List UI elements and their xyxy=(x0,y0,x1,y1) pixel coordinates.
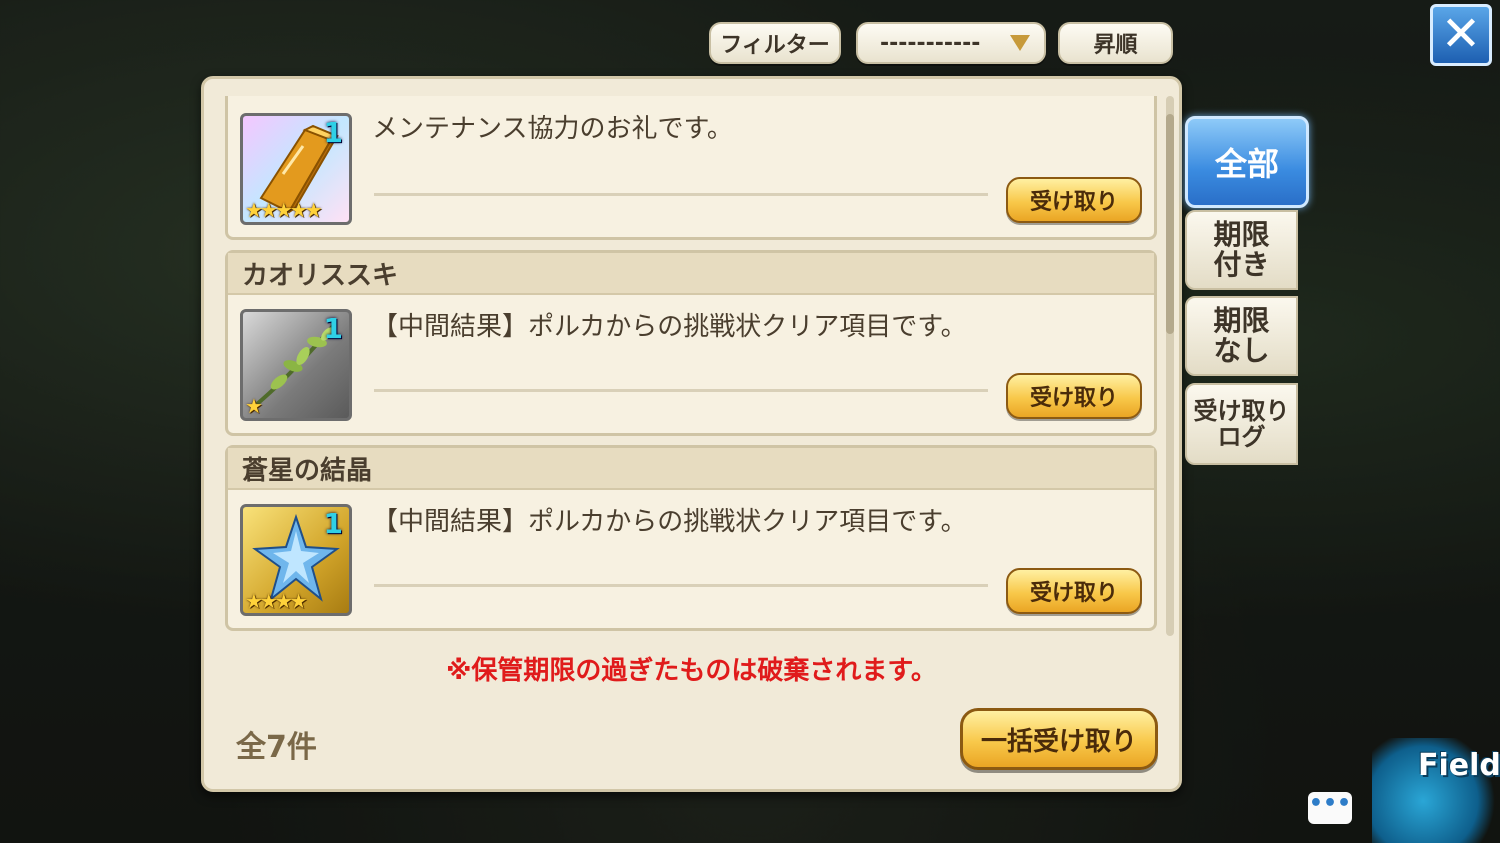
gold-bar-icon: 1 ★★★★★ xyxy=(240,113,352,225)
filter-button[interactable]: フィルター xyxy=(709,22,841,64)
tab-no-expiry[interactable]: 期限なし xyxy=(1185,296,1298,376)
sort-select-value: ----------- xyxy=(880,30,981,56)
mail-list[interactable]: 1 ★★★★★ メンテナンス協力のお礼です。 受け取り カオリススキ 1 ★ 【… xyxy=(222,96,1162,636)
mail-item: 1 ★★★★★ メンテナンス協力のお礼です。 受け取り xyxy=(225,96,1157,240)
claim-button[interactable]: 受け取り xyxy=(1006,177,1142,223)
rarity-stars: ★★★★ xyxy=(245,589,308,613)
tab-with-expiry[interactable]: 期限付き xyxy=(1185,210,1298,290)
field-label: Field xyxy=(1418,748,1500,783)
mail-item-message: 【中間結果】ポルカからの挑戦状クリア項目です。 xyxy=(372,312,967,342)
scrollbar-thumb[interactable] xyxy=(1166,114,1174,334)
tab-claim-log[interactable]: 受け取りログ xyxy=(1185,383,1298,465)
divider xyxy=(374,584,988,587)
mail-item: 蒼星の結晶 1 ★★★★ 【中間結果】ポルカからの挑戦状クリア項目です。 受け取… xyxy=(225,445,1157,631)
item-count: 1 xyxy=(323,116,343,149)
blue-star-crystal-icon: 1 ★★★★ xyxy=(240,504,352,616)
close-button[interactable]: ✕ xyxy=(1430,4,1492,66)
mail-item-message: 【中間結果】ポルカからの挑戦状クリア項目です。 xyxy=(372,507,967,537)
mail-item-message: メンテナンス協力のお礼です。 xyxy=(372,114,733,144)
bulk-claim-button[interactable]: 一括受け取り xyxy=(960,708,1158,770)
tab-all[interactable]: 全部 xyxy=(1185,116,1309,208)
sort-select[interactable]: ----------- xyxy=(856,22,1046,64)
item-count: 1 xyxy=(323,507,343,540)
sort-order-button[interactable]: 昇順 xyxy=(1058,22,1173,64)
herb-sprig-icon: 1 ★ xyxy=(240,309,352,421)
rarity-stars: ★★★★★ xyxy=(245,198,323,222)
chat-button[interactable]: ••• xyxy=(1308,792,1352,824)
claim-button[interactable]: 受け取り xyxy=(1006,373,1142,419)
claim-button[interactable]: 受け取り xyxy=(1006,568,1142,614)
mail-item-title: カオリススキ xyxy=(228,253,1154,295)
chat-bubble-icon: ••• xyxy=(1308,791,1352,816)
close-icon: ✕ xyxy=(1440,6,1482,62)
mail-item: カオリススキ 1 ★ 【中間結果】ポルカからの挑戦状クリア項目です。 受け取り xyxy=(225,250,1157,436)
total-count: 全7件 xyxy=(236,730,317,765)
item-count: 1 xyxy=(323,312,343,345)
divider xyxy=(374,193,988,196)
scrollbar[interactable] xyxy=(1166,96,1174,636)
mail-item-title: 蒼星の結晶 xyxy=(228,448,1154,490)
rarity-stars: ★ xyxy=(245,394,263,418)
divider xyxy=(374,389,988,392)
expiry-warning: ※保管期限の過ぎたものは破棄されます。 xyxy=(446,656,937,686)
chevron-down-icon xyxy=(1010,35,1030,51)
